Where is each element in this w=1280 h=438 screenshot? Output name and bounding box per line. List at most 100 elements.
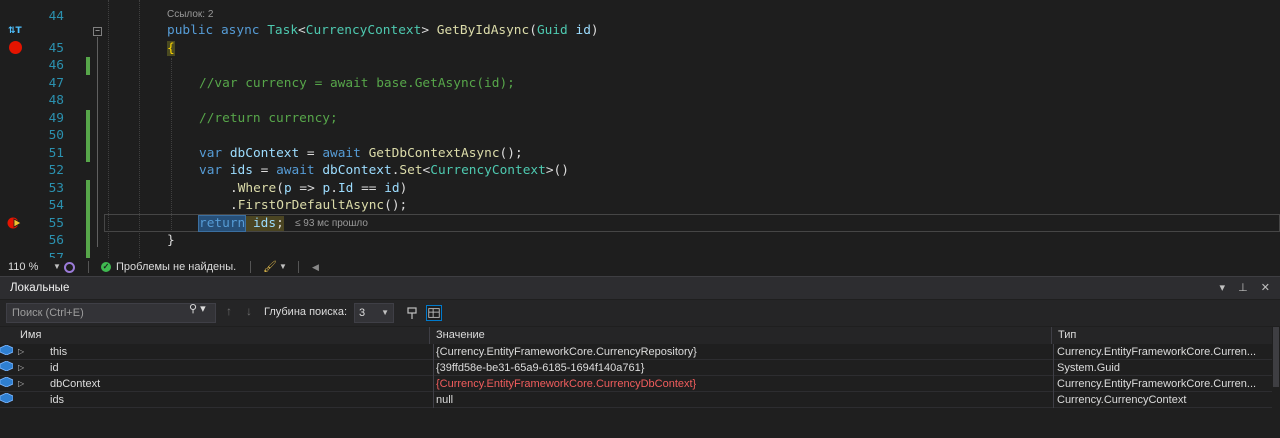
expand-icon[interactable]: ▷ <box>18 344 28 360</box>
expand-icon[interactable]: ▷ <box>18 360 28 376</box>
expand-icon <box>18 392 28 408</box>
chevron-down-icon[interactable]: ▼ <box>53 258 61 276</box>
method-name: GetDbContextAsync <box>368 145 500 161</box>
local-name: this <box>50 346 68 358</box>
scroll-left-icon[interactable]: ◀ <box>312 258 319 276</box>
punct: => <box>291 180 323 196</box>
method-name: Set <box>399 163 423 178</box>
method-name: FirstOrDefaultAsync <box>237 198 385 213</box>
search-icon[interactable]: ⚲ ▾ <box>189 302 206 315</box>
parameter: id <box>575 23 591 38</box>
locals-grid: ▷ this {Currency.EntityFrameworkCore.Cur… <box>0 344 1272 408</box>
pin-icon[interactable]: ⊥ <box>1238 282 1248 294</box>
keyword: await <box>276 163 315 178</box>
punct: = <box>299 145 323 161</box>
search-prev-icon[interactable]: ↑ <box>226 304 232 318</box>
local-type: Currency.EntityFrameworkCore.Curren... <box>1053 344 1272 360</box>
code-line-52[interactable]: 52 var dbContext = await GetDbContextAsy… <box>0 145 1280 197</box>
search-next-icon[interactable]: ↓ <box>246 304 252 318</box>
punct: . <box>330 180 338 196</box>
keyword: var <box>199 145 223 161</box>
scrollbar-thumb[interactable] <box>1273 327 1279 387</box>
code-line-55[interactable]: 55 .FirstOrDefaultAsync(); <box>0 197 1280 250</box>
search-input[interactable]: Поиск (Ctrl+E) <box>6 303 216 323</box>
code-line-45[interactable]: 45 public async Task<CurrencyContext> Ge… <box>0 22 1280 75</box>
check-icon: ✓ <box>101 262 111 272</box>
local-value-changed[interactable]: {Currency.EntityFrameworkCore.CurrencyDb… <box>433 376 1051 392</box>
punct: . <box>230 180 238 196</box>
table-row[interactable]: ▷ this {Currency.EntityFrameworkCore.Cur… <box>0 344 1272 360</box>
local-type: Currency.CurrencyContext <box>1053 392 1272 408</box>
variable: ids <box>229 163 253 178</box>
table-row[interactable]: ▷ dbContext {Currency.EntityFrameworkCor… <box>0 376 1272 392</box>
object-icon <box>0 360 14 372</box>
problems-status[interactable]: Проблемы не найдены. <box>116 258 236 276</box>
separator <box>250 261 251 273</box>
keyword: public <box>167 23 214 38</box>
view-as-table-icon[interactable] <box>426 305 442 321</box>
punct: ) <box>590 23 599 38</box>
column-header-type[interactable]: Тип <box>1052 327 1272 344</box>
local-value[interactable]: null <box>433 392 1051 408</box>
code-line-44[interactable]: 44 <box>0 0 1280 24</box>
code-line-58[interactable]: 58 <box>0 250 1280 259</box>
type-name: Guid <box>536 23 568 38</box>
code-line-54[interactable]: 54 .Where(p => p.Id == id) <box>0 180 1280 232</box>
variable: dbContext <box>229 145 300 161</box>
type-name: CurrencyContext <box>305 23 422 38</box>
code-line-47[interactable]: 47 <box>0 57 1280 91</box>
codelens-references[interactable]: Ссылок: 2 <box>167 9 213 20</box>
local-type: System.Guid <box>1053 360 1272 376</box>
punct: >() <box>545 163 569 178</box>
chevron-down-icon[interactable]: ▼ <box>279 258 287 276</box>
comment: //return currency; <box>199 110 338 126</box>
perf-tip[interactable]: ≤ 93 мс прошло <box>295 218 368 229</box>
punct: = <box>252 163 277 178</box>
punct: ) <box>399 180 408 196</box>
copilot-icon[interactable] <box>64 262 75 273</box>
pin-to-source-icon[interactable] <box>405 305 421 321</box>
editor-status-bar: 110 % ▼ ✓ Проблемы не найдены. 🖌 ▼ ◀ <box>0 258 1280 276</box>
column-header-name[interactable]: Имя <box>14 327 430 344</box>
panel-tools: ▾ ⊥ ✕ <box>1210 277 1270 299</box>
code-line-46[interactable]: 46 { <box>0 40 1280 73</box>
vertical-scrollbar[interactable] <box>1272 327 1280 438</box>
method-name: GetByIdAsync <box>436 23 530 38</box>
table-row[interactable]: ids null Currency.CurrencyContext <box>0 392 1272 408</box>
panel-title[interactable]: Локальные <box>0 277 1280 299</box>
code-line-51[interactable]: 51 <box>0 127 1280 161</box>
code-line-56[interactable]: 56 return ids; <box>0 214 1280 258</box>
close-icon[interactable]: ✕ <box>1261 282 1270 294</box>
punct: (); <box>384 198 408 213</box>
separator <box>88 261 89 273</box>
object-icon <box>0 344 14 356</box>
punct: ( <box>529 23 537 38</box>
local-name: ids <box>50 394 65 406</box>
local-value[interactable]: {Currency.EntityFrameworkCore.CurrencyRe… <box>433 344 1051 360</box>
code-editor[interactable]: − ⇅T 44 Ссылок: 2 45 public async Task<C… <box>0 0 1280 258</box>
column-header-value[interactable]: Значение <box>430 327 1052 344</box>
search-depth-select[interactable]: 3 ▼ <box>354 303 394 323</box>
zoom-level[interactable]: 110 % <box>8 258 38 276</box>
code-line-50[interactable]: 50 //return currency; <box>0 110 1280 162</box>
matched-brace-open: { <box>167 40 175 56</box>
punct: ( <box>276 180 284 196</box>
window-position-icon[interactable]: ▾ <box>1220 282 1226 294</box>
horizontal-scrollbar[interactable] <box>330 263 1275 271</box>
type-name: Task <box>267 23 299 38</box>
table-row[interactable]: ▷ id {39ffd58e-be31-65a9-6185-1694f140a7… <box>0 360 1272 376</box>
local-name: dbContext <box>50 378 101 390</box>
code-line-57[interactable]: 57 } <box>0 232 1280 258</box>
current-statement-space <box>245 215 253 231</box>
code-line-49[interactable]: 49 <box>0 92 1280 145</box>
code-line-48[interactable]: 48 //var currency = await base.GetAsync(… <box>0 75 1280 127</box>
code-line-53[interactable]: 53 var ids = await dbContext.Set<Currenc… <box>0 162 1280 215</box>
comment: //var currency = await base.GetAsync(id)… <box>199 75 515 91</box>
method-signature: public async Task<CurrencyContext> GetBy… <box>167 22 599 40</box>
code-cleanup-icon[interactable]: 🖌 <box>263 258 277 276</box>
local-value[interactable]: {39ffd58e-be31-65a9-6185-1694f140a761} <box>433 360 1051 376</box>
locals-panel: Локальные ▾ ⊥ ✕ Поиск (Ctrl+E) ⚲ ▾ ↑ ↓ Г… <box>0 276 1280 438</box>
keyword: var <box>199 163 223 178</box>
expand-icon[interactable]: ▷ <box>18 376 28 392</box>
chevron-down-icon: ▼ <box>381 308 389 317</box>
